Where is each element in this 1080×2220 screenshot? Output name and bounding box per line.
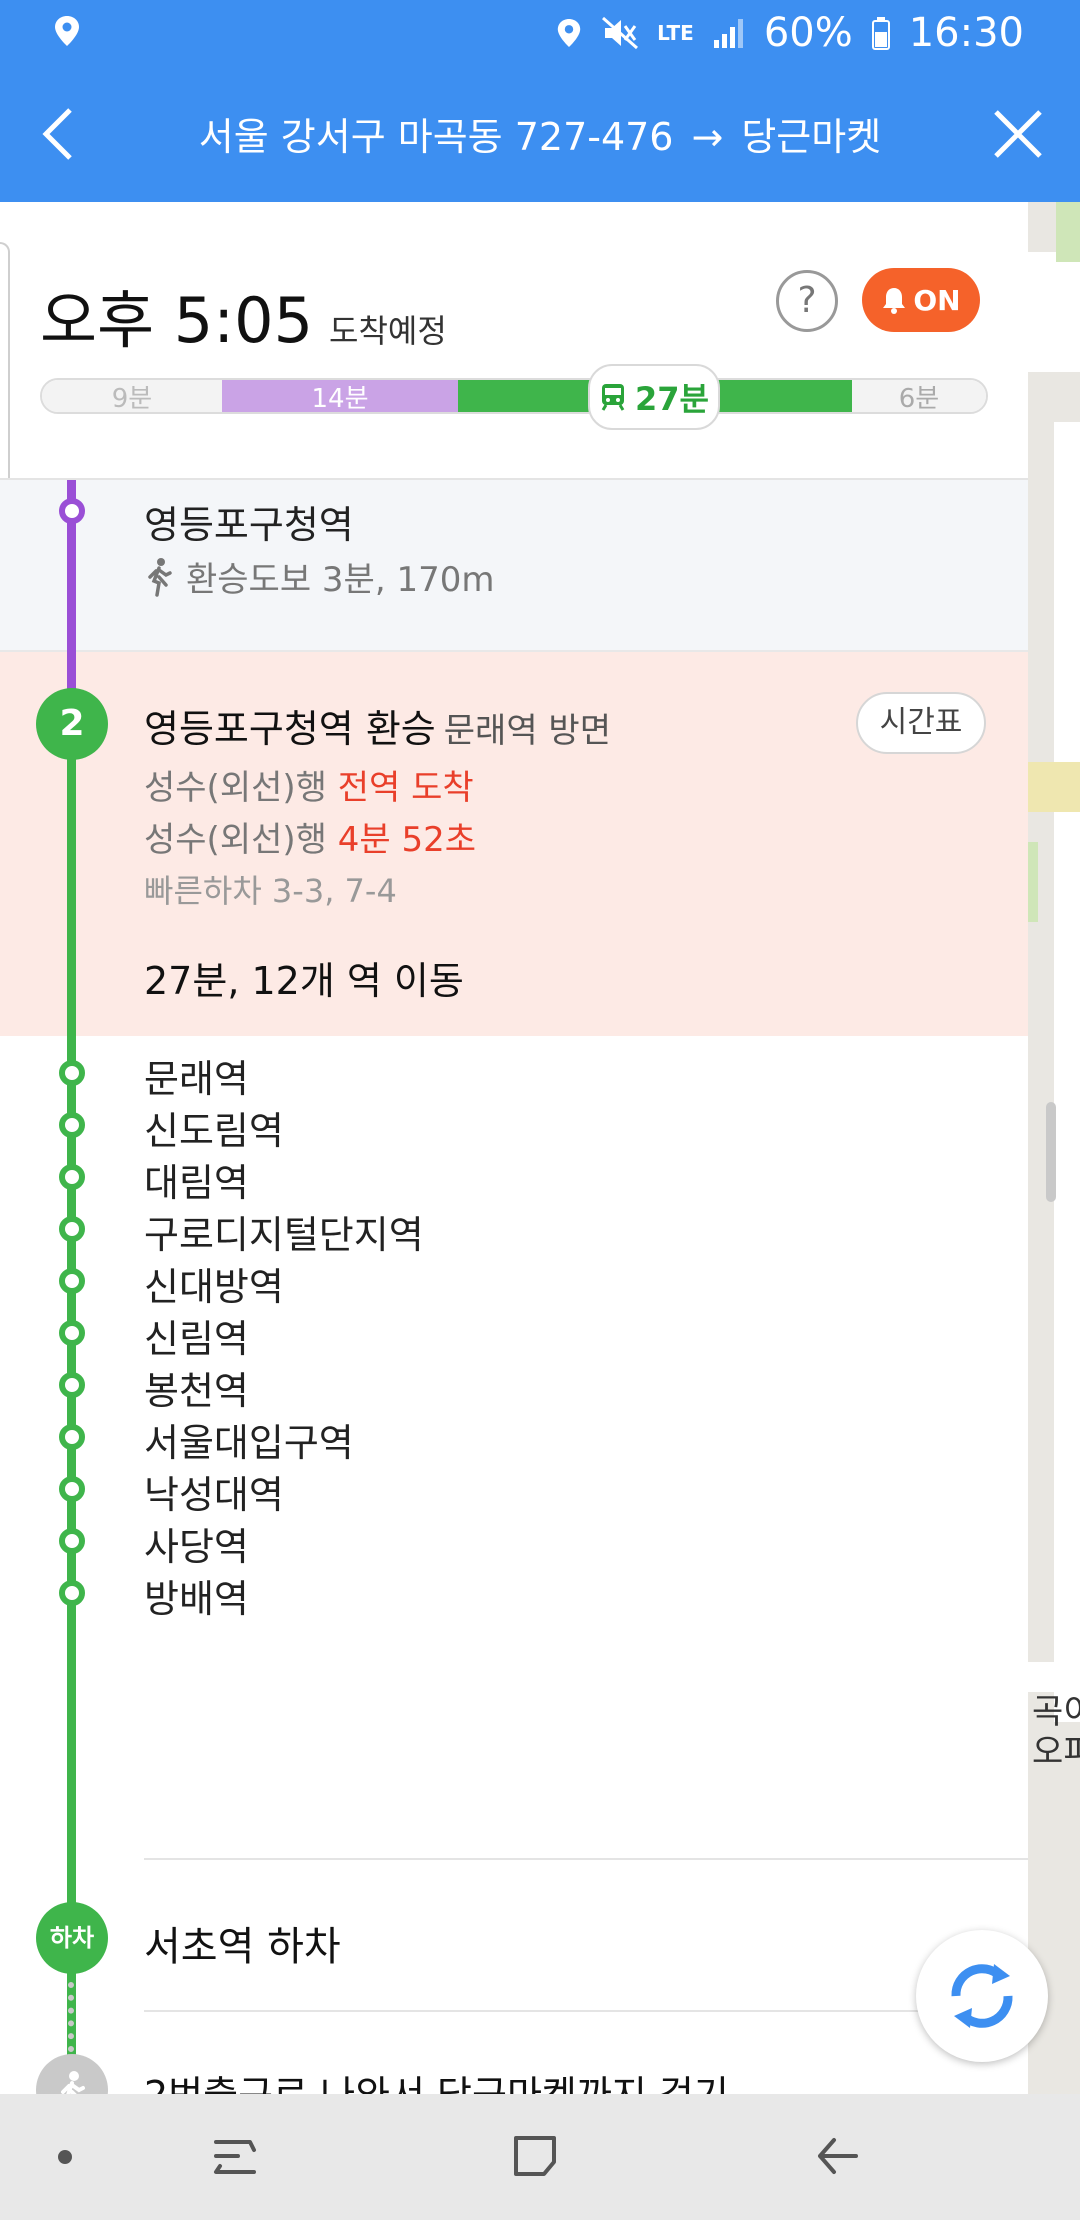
arrival-alarm-button[interactable]: ON (862, 268, 980, 332)
line-number-badge: 2 (36, 688, 108, 760)
station-dot (59, 1164, 85, 1190)
location-pin-icon (557, 19, 581, 47)
walk-connector (68, 1982, 76, 2052)
status-icons: LTE 60% 16:30 (555, 8, 1024, 58)
station-item: 방배역 (0, 1556, 1028, 1630)
route-arrow: → (691, 115, 724, 159)
station-dot (59, 1372, 85, 1398)
alarm-label: ON (913, 283, 961, 317)
boarding-section: 영등포구청역 환승 문래역 방면 시간표 성수(외선)행 전역 도착 성수(외선)… (0, 652, 1028, 1036)
lte-label: LTE (657, 21, 694, 45)
route-destination: 당근마켓 (741, 115, 882, 159)
station-dot (59, 1476, 85, 1502)
final-walk-step: 2번출구로 나와서 당근마켓까지 걷기 (144, 2064, 729, 2094)
route-origin: 서울 강서구 마곡동 727-476 (198, 115, 674, 159)
ride-summary: 27분, 12개 역 이동 (144, 959, 464, 1003)
route-detail-panel: 오후 5:05 도착예정 ? ON 9분 14분 6분 27분 영등포구청역 환… (0, 202, 1028, 2094)
timeline-walk-segment-end: 6분 (852, 380, 986, 412)
battery-icon (871, 17, 890, 50)
station-name: 방배역 (144, 1577, 249, 1621)
boarding-title: 영등포구청역 환승 문래역 방면 (144, 698, 611, 753)
home-icon[interactable] (510, 2130, 562, 2182)
nav-dot-indicator[interactable] (58, 2150, 72, 2164)
station-dot (59, 1112, 85, 1138)
refresh-button[interactable] (916, 1930, 1048, 2062)
battery-percent: 60% (763, 10, 853, 56)
station-dot (59, 1528, 85, 1554)
arrival-status: 전역 도착 (337, 768, 474, 808)
timeline-line5-segment: 14분 (222, 380, 458, 412)
alight-badge: 하차 (36, 1902, 108, 1974)
map-view[interactable]: 곡이 오피 (1028, 202, 1080, 2094)
timeline-walk-segment: 9분 (42, 380, 222, 412)
back-arrow-icon[interactable] (30, 102, 94, 166)
mute-icon (602, 16, 639, 50)
walking-person-icon (148, 557, 172, 597)
transfer-walk-section: 영등포구청역 환승도보 3분, 170m (0, 480, 1028, 652)
station-dot (59, 1268, 85, 1294)
eta-time: 오후 5:05 (40, 284, 314, 357)
arrival-status: 4분 52초 (337, 820, 477, 860)
route-header: 서울 강서구 마곡동 727-476 → 당근마켓 (0, 66, 1080, 202)
clock: 16:30 (908, 10, 1024, 56)
boarding-station: 영등포구청역 환승 (144, 707, 436, 751)
arrival-info: 성수(외선)행 4분 52초 (144, 812, 476, 861)
route-timeline: 9분 14분 6분 (40, 378, 988, 414)
divider (144, 1858, 1028, 1860)
map-place-label: 곡이 오피 (1032, 1692, 1080, 1772)
fast-exit-info: 빠른하차 3-3, 7-4 (144, 872, 397, 910)
signal-icon (713, 19, 743, 48)
boarding-direction: 문래역 방면 (443, 711, 611, 751)
alight-station: 서초역 하차 (144, 1924, 341, 1970)
transfer-walk-text: 환승도보 3분, 170m (186, 560, 495, 600)
transfer-walk-info: 환승도보 3분, 170m (144, 552, 494, 601)
eta-label: 도착예정 (329, 312, 447, 350)
system-nav-bar (0, 2094, 1080, 2220)
transfer-station-dot (59, 498, 85, 524)
current-segment-duration: 27분 (635, 380, 709, 418)
status-bar: LTE 60% 16:30 (0, 0, 1080, 66)
station-dot (59, 1320, 85, 1346)
arrival-info: 성수(외선)행 전역 도착 (144, 760, 474, 809)
walk-step-badge (36, 2054, 108, 2094)
walking-person-icon (61, 2071, 85, 2094)
arrival-eta: 오후 5:05 도착예정 (40, 270, 447, 360)
station-dot (59, 1580, 85, 1606)
train-icon (601, 384, 625, 411)
station-dot (59, 1216, 85, 1242)
map-scroll-indicator[interactable] (1046, 1102, 1056, 1202)
bell-icon (883, 288, 906, 314)
arrival-train: 성수(외선)행 (144, 820, 327, 860)
station-dot (59, 1060, 85, 1086)
route-title: 서울 강서구 마곡동 727-476 → 당근마켓 (110, 106, 970, 161)
back-icon[interactable] (812, 2130, 864, 2182)
transfer-station: 영등포구청역 (144, 503, 354, 547)
close-icon[interactable] (986, 102, 1050, 166)
refresh-icon (951, 1964, 1013, 2028)
arrival-train: 성수(외선)행 (144, 768, 327, 808)
current-segment-badge: 27분 (588, 364, 720, 430)
divider (144, 2010, 1028, 2012)
station-dot (59, 1424, 85, 1450)
help-button[interactable]: ? (776, 270, 838, 332)
location-pin-icon (55, 16, 79, 46)
timetable-button[interactable]: 시간표 (856, 692, 986, 754)
recent-apps-icon[interactable] (210, 2132, 260, 2182)
